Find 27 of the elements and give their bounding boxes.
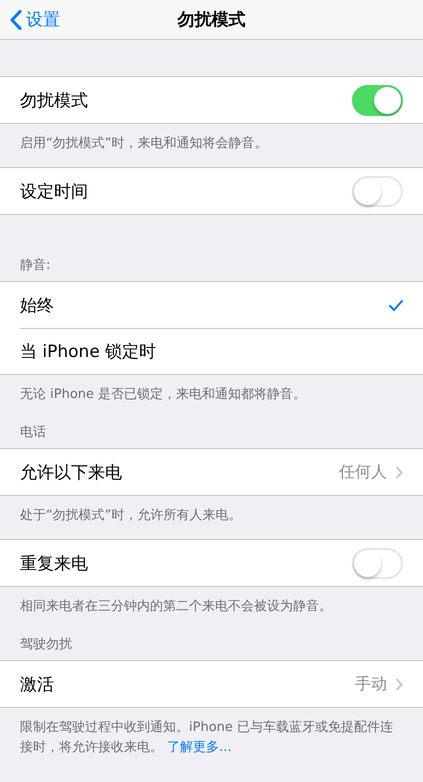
option-row[interactable]: 当 iPhone 锁定时 [20,328,423,374]
section-footer: 启用“勿扰模式”时，来电和通知将会静音。 [20,136,268,151]
chevron-icon[interactable] [395,466,403,478]
toggle-switch[interactable] [352,84,403,116]
section-footer: 限制在驾驶过程中收到通知。iPhone 已与车载蓝牙或免提配件连接时，将允许接收来电。 了解更多... [20,720,394,755]
row-label: 设定时间 [20,180,89,202]
section-footer: 无论 iPhone 是否已锁定，来电和通知都将静音。 [20,387,306,402]
section-footer: 处于“勿扰模式”时，允许所有人来电。 [20,508,242,523]
section-footer: 相同来电者在三分钟内的第二个来电不会被设为静音。 [20,599,332,614]
back-button[interactable]: 设置 [0,7,66,32]
row-label: 始终 [20,294,55,316]
row-value: 手动 [355,674,387,694]
chevron-icon[interactable] [395,678,403,690]
row-label: 激活 [20,674,55,696]
section-header: 电话 [20,424,46,441]
row-label: 重复来电 [20,552,89,574]
back-chevron-icon [10,10,22,30]
row-value: 任何人 [339,462,387,482]
learn-more-link[interactable]: 了解更多... [167,740,232,755]
checkmark-icon [389,300,403,310]
row-label: 勿扰模式 [20,90,89,112]
page-title: 勿扰模式 [178,10,246,30]
row-label: 当 iPhone 锁定时 [20,341,158,363]
section-header: 静音: [20,257,50,274]
option-row[interactable]: 始终 [20,282,423,328]
section-header: 驾驶勿扰 [20,636,72,653]
row-label: 允许以下来电 [20,462,123,484]
